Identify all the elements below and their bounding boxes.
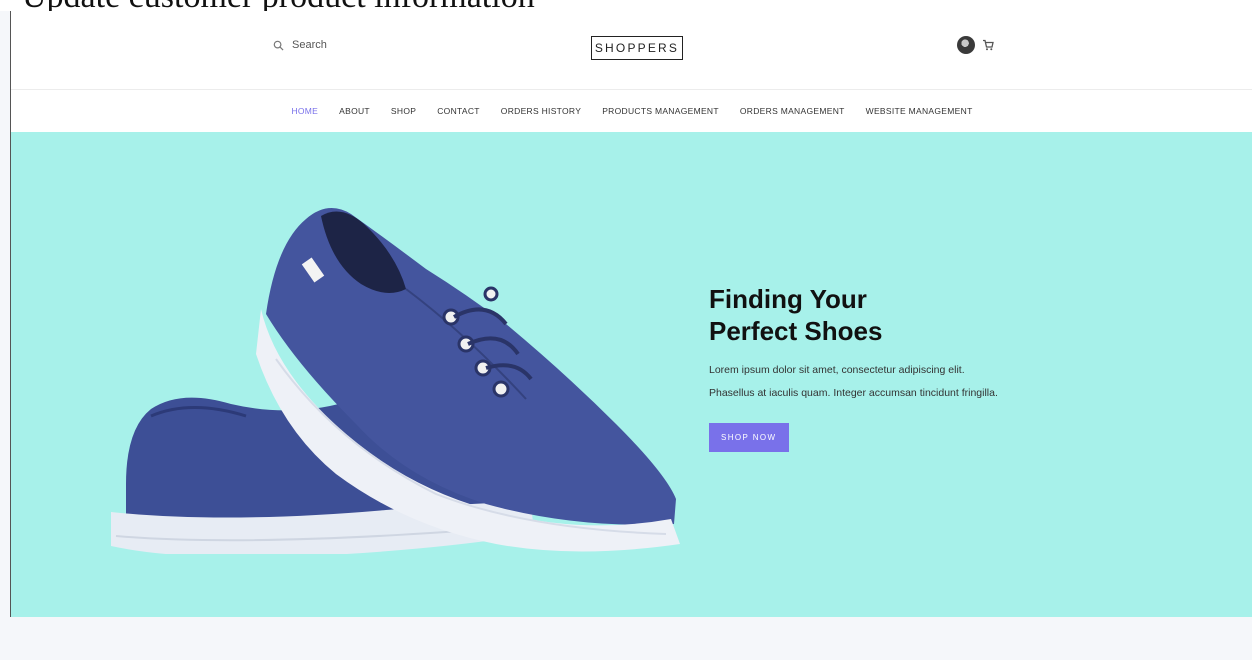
sneakers-image — [111, 208, 680, 554]
search-box[interactable]: Search — [273, 39, 327, 51]
nav-contact[interactable]: CONTACT — [437, 106, 480, 116]
hero-title: Finding Your Perfect Shoes — [709, 284, 883, 346]
cart-icon[interactable] — [982, 39, 994, 51]
nav-orders-history[interactable]: ORDERS HISTORY — [501, 106, 581, 116]
nav-website-management[interactable]: WEBSITE MANAGEMENT — [866, 106, 973, 116]
shoppers-site: Search SHOPPERS HOME ABOUT SHOP CONTACT … — [10, 11, 1252, 617]
site-logo-text: SHOPPERS — [594, 41, 680, 55]
hero-banner: Finding Your Perfect Shoes Lorem ipsum d… — [11, 132, 1252, 617]
site-header: Search SHOPPERS — [11, 11, 1252, 90]
user-avatar[interactable] — [957, 36, 975, 54]
shop-now-button[interactable]: SHOP NOW — [709, 423, 789, 452]
nav-shop[interactable]: SHOP — [391, 106, 416, 116]
hero-description: Lorem ipsum dolor sit amet, consectetur … — [709, 364, 998, 399]
nav-home[interactable]: HOME — [291, 106, 318, 116]
nav-products-management[interactable]: PRODUCTS MANAGEMENT — [602, 106, 719, 116]
nav-about[interactable]: ABOUT — [339, 106, 370, 116]
nav-orders-management[interactable]: ORDERS MANAGEMENT — [740, 106, 845, 116]
document-caption-text: Update customer product information — [22, 0, 535, 11]
main-navigation: HOME ABOUT SHOP CONTACT ORDERS HISTORY P… — [11, 90, 1252, 133]
search-icon — [273, 40, 284, 51]
site-logo[interactable]: SHOPPERS — [591, 36, 683, 60]
hero-content: Finding Your Perfect Shoes Lorem ipsum d… — [709, 283, 999, 452]
document-caption: Update customer product information — [0, 0, 1252, 11]
search-label: Search — [292, 39, 327, 51]
